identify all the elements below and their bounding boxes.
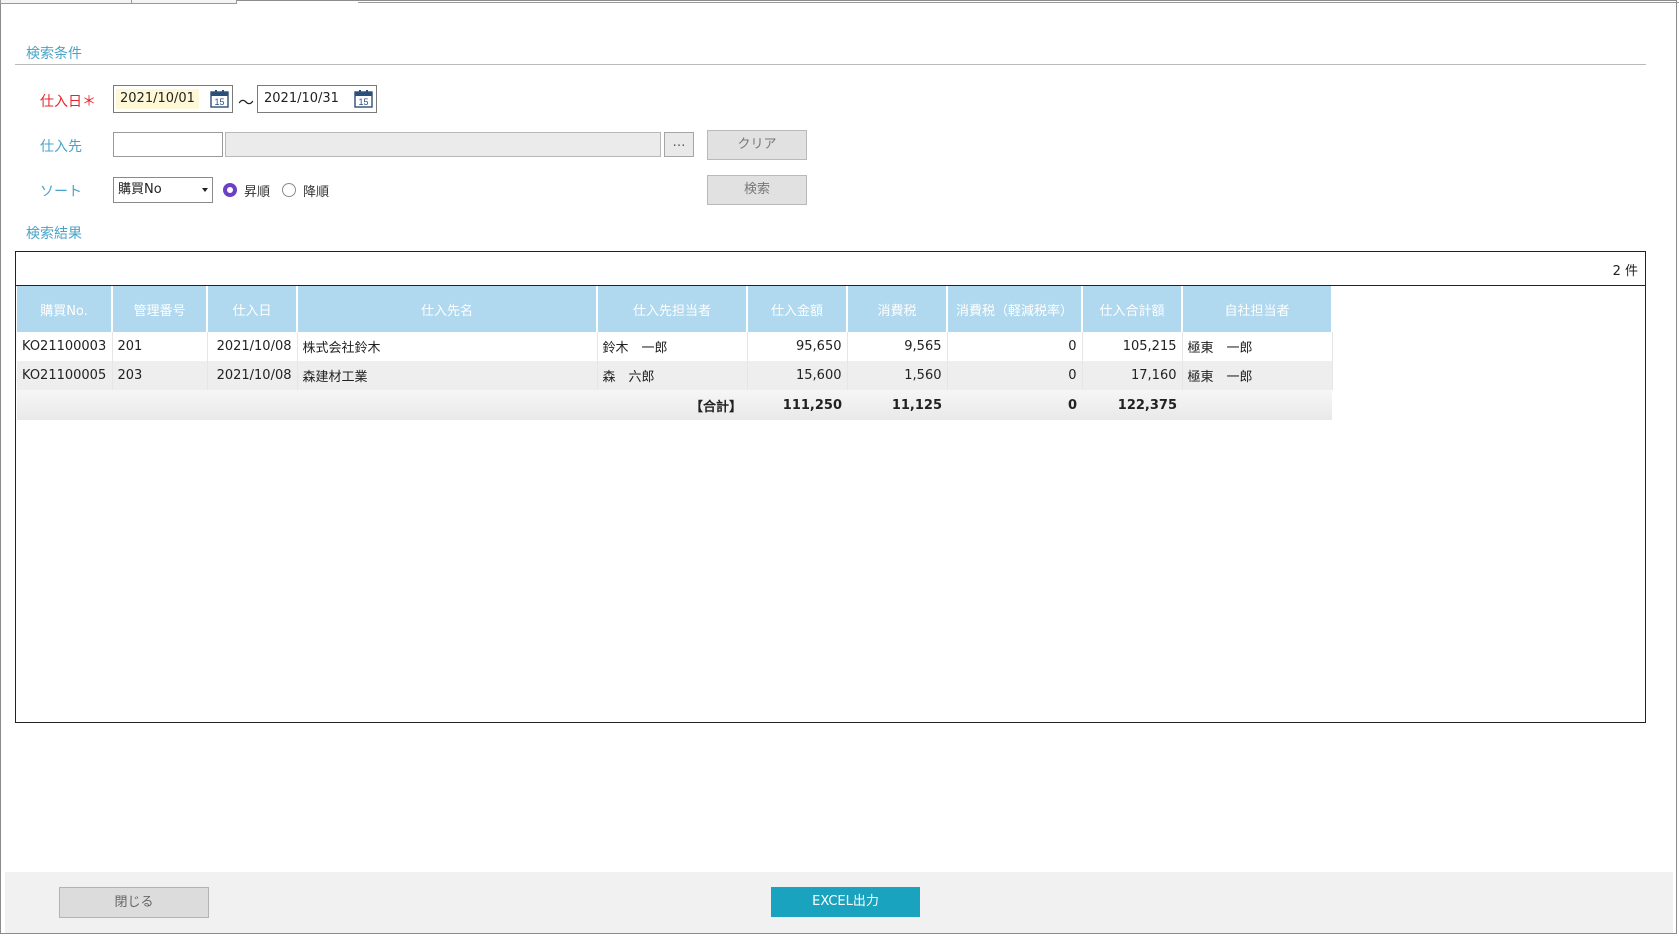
search-button[interactable]: 検索 — [707, 175, 807, 205]
footer-bar: 閉じる EXCEL出力 — [5, 872, 1673, 933]
cell-staff: 極東 一郎 — [1182, 361, 1333, 390]
purchase-date-label: 仕入日＊ — [40, 94, 96, 110]
column-header[interactable]: 仕入先担当者 — [597, 286, 748, 332]
column-header[interactable]: 管理番号 — [112, 286, 208, 332]
descending-label: 降順 — [303, 185, 330, 200]
results-count-bar: 2 件 — [16, 252, 1645, 286]
cell-supplier: 森建材工業 — [297, 361, 598, 390]
cell-reduced-tax: 0 — [947, 332, 1083, 361]
sort-select[interactable]: 購買No — [113, 177, 213, 203]
totals-row: 【合計】 111,250 11,125 0 122,375 — [17, 390, 1332, 420]
tab-strip-line — [358, 2, 1679, 3]
criteria-section-title: 検索条件 — [26, 46, 82, 62]
table-header-row: 購買No. 管理番号 仕入日 仕入先名 仕入先担当者 仕入金額 消費税 消費税（… — [17, 286, 1333, 332]
column-header[interactable]: 購買No. — [17, 286, 113, 332]
supplier-code-input[interactable] — [113, 132, 223, 157]
results-panel: 2 件 購買No. 管理番号 仕入日 仕入先名 仕入先担当者 仕入金額 消費税 … — [15, 251, 1646, 723]
cell-total: 17,160 — [1082, 361, 1183, 390]
cell-purchase-no: KO21100005 — [17, 361, 113, 390]
total-reduced-tax: 0 — [947, 390, 1082, 420]
excel-export-button[interactable]: EXCEL出力 — [771, 887, 920, 917]
calendar-icon-day: 15 — [358, 97, 368, 107]
column-header[interactable]: 自社担当者 — [1182, 286, 1333, 332]
table-row[interactable]: KO21100003 201 2021/10/08 株式会社鈴木 鈴木 一郎 9… — [17, 332, 1333, 361]
cell-amount: 15,600 — [747, 361, 848, 390]
cell-amount: 95,650 — [747, 332, 848, 361]
cell-tax: 1,560 — [847, 361, 948, 390]
supplier-lookup-button[interactable]: … — [664, 132, 694, 157]
sort-select-value: 購買No — [118, 182, 162, 197]
calendar-icon-day: 15 — [214, 97, 224, 107]
date-to-field[interactable]: 2021/10/31 15 — [257, 85, 377, 113]
dropdown-arrow-icon — [202, 188, 208, 192]
cell-supplier-contact: 森 六郎 — [597, 361, 748, 390]
supplier-label: 仕入先 — [40, 139, 82, 155]
results-section-title: 検索結果 — [26, 226, 82, 242]
cell-tax: 9,565 — [847, 332, 948, 361]
tab-1[interactable] — [0, 0, 132, 4]
supplier-name-input — [225, 132, 661, 157]
date-from-field[interactable]: 2021/10/01 15 — [113, 85, 233, 113]
cell-date: 2021/10/08 — [207, 361, 298, 390]
column-header[interactable]: 仕入日 — [207, 286, 298, 332]
date-range-separator: ～ — [238, 93, 255, 112]
tab-2[interactable] — [131, 0, 237, 4]
cell-purchase-no: KO21100003 — [17, 332, 113, 361]
cell-date: 2021/10/08 — [207, 332, 298, 361]
cell-mgmt-no: 203 — [112, 361, 208, 390]
ascending-label: 昇順 — [244, 185, 271, 200]
table-row[interactable]: KO21100005 203 2021/10/08 森建材工業 森 六郎 15,… — [17, 361, 1333, 390]
column-header[interactable]: 仕入合計額 — [1082, 286, 1183, 332]
total-amount: 111,250 — [747, 390, 847, 420]
cell-supplier: 株式会社鈴木 — [297, 332, 598, 361]
date-to-value: 2021/10/31 — [264, 91, 339, 106]
calendar-icon[interactable]: 15 — [210, 89, 229, 108]
total-grand: 122,375 — [1082, 390, 1182, 420]
column-header[interactable]: 仕入先名 — [297, 286, 598, 332]
column-header[interactable]: 消費税（軽減税率） — [947, 286, 1083, 332]
calendar-icon[interactable]: 15 — [354, 89, 373, 108]
clear-button[interactable]: クリア — [707, 130, 807, 160]
ascending-radio[interactable] — [223, 183, 237, 197]
cell-mgmt-no: 201 — [112, 332, 208, 361]
column-header[interactable]: 消費税 — [847, 286, 948, 332]
cell-total: 105,215 — [1082, 332, 1183, 361]
criteria-divider — [15, 64, 1646, 65]
cell-reduced-tax: 0 — [947, 361, 1083, 390]
column-header[interactable]: 仕入金額 — [747, 286, 848, 332]
result-count: 2 件 — [1612, 264, 1638, 279]
close-button[interactable]: 閉じる — [59, 887, 209, 918]
cell-staff: 極東 一郎 — [1182, 332, 1333, 361]
date-from-value: 2021/10/01 — [116, 89, 199, 109]
total-tax: 11,125 — [847, 390, 947, 420]
sort-label: ソート — [40, 184, 82, 200]
totals-label: 【合計】 — [597, 390, 747, 420]
cell-supplier-contact: 鈴木 一郎 — [597, 332, 748, 361]
descending-radio[interactable] — [282, 183, 296, 197]
tab-strip — [0, 0, 1679, 4]
results-table: 購買No. 管理番号 仕入日 仕入先名 仕入先担当者 仕入金額 消費税 消費税（… — [17, 286, 1333, 420]
